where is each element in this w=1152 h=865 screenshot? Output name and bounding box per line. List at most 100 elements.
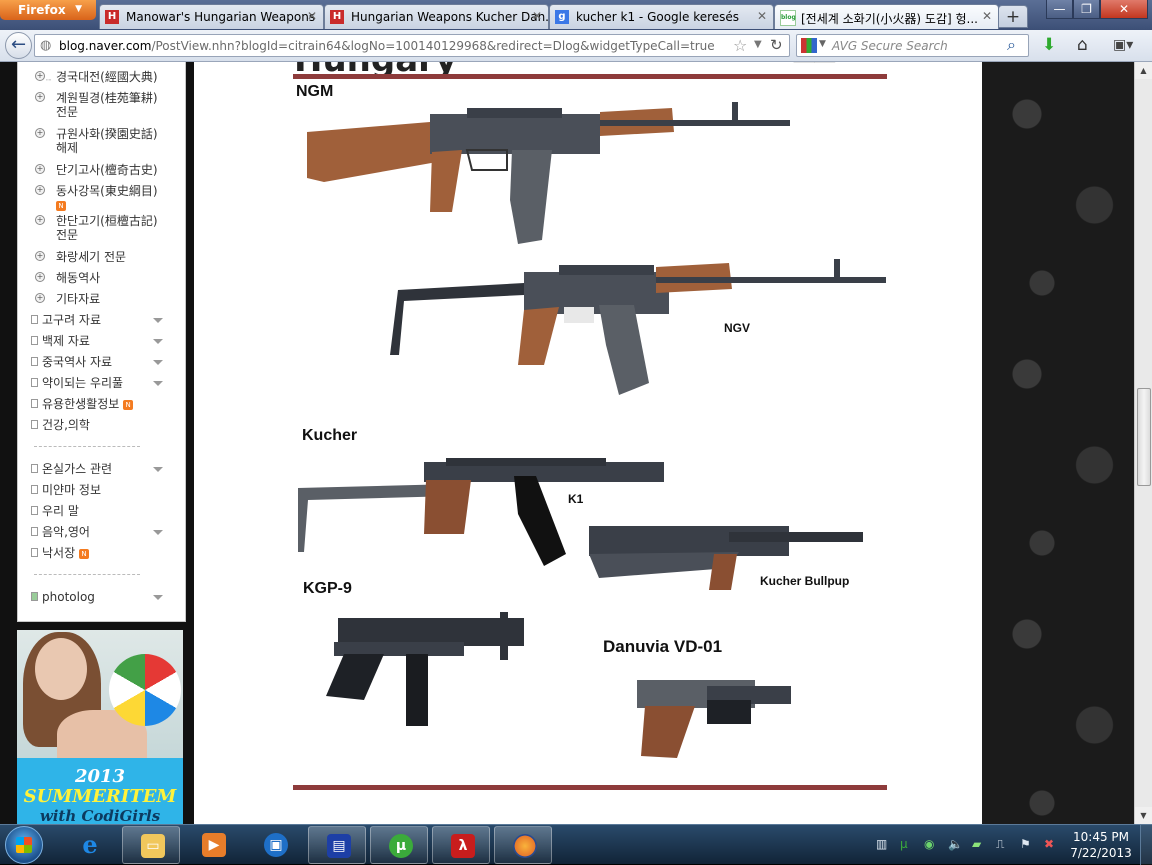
sidebar-category[interactable]: 미얀마 정보 [31, 483, 101, 497]
sidebar-item[interactable]: + 한단고기(桓檀古記) 전문 [35, 214, 158, 242]
volume-icon[interactable]: 🔈 [948, 837, 963, 851]
reload-icon[interactable]: ↻ [770, 36, 783, 54]
sidebar-item[interactable]: ┈ + 경국대전(經國大典) [35, 70, 158, 86]
scrollbar-thumb[interactable] [1137, 388, 1151, 486]
network-error-icon[interactable]: ✖ [1044, 837, 1054, 851]
page-icon [31, 527, 38, 536]
ad-banner: 2013 SUMMERITEM with CodiGirls [17, 758, 183, 824]
folder-icon: + [35, 215, 45, 225]
scroll-down-icon[interactable]: ▼ [1135, 807, 1152, 824]
sidebar-category[interactable]: 유용한생활정보 N [31, 397, 134, 411]
chevron-down-icon[interactable] [153, 381, 163, 386]
sidebar-category[interactable]: 백제 자료 [31, 334, 182, 348]
scroll-up-icon[interactable]: ▲ [1135, 62, 1152, 79]
chevron-down-icon[interactable] [153, 339, 163, 344]
back-button[interactable]: ← [5, 32, 32, 59]
close-window-button[interactable]: ✕ [1100, 0, 1148, 19]
page-icon [31, 378, 38, 387]
bookmark-star-icon[interactable]: ☆ [733, 36, 747, 55]
close-tab-icon[interactable]: ✕ [757, 9, 767, 23]
show-desktop-button[interactable] [1140, 825, 1152, 865]
chevron-down-icon[interactable] [153, 467, 163, 472]
nvidia-tray-icon[interactable]: ◉ [924, 837, 934, 851]
utorrent-tray-icon[interactable]: µ [900, 837, 908, 851]
sidebar-category[interactable]: 중국역사 자료 [31, 355, 182, 369]
url-text: blog.naver.com/PostView.nhn?blogId=citra… [59, 39, 715, 53]
internet-explorer-icon: e [82, 830, 98, 859]
history-dropdown-icon[interactable]: ▼ [754, 39, 762, 50]
firefox-menu-button[interactable]: Firefox ▼ [0, 0, 96, 20]
download-arrow-icon[interactable]: ⬇ [1042, 35, 1056, 55]
search-icon[interactable]: ⌕ [1007, 35, 1016, 55]
summer-item-advertisement[interactable]: 2013 SUMMERITEM with CodiGirls [17, 630, 183, 824]
sidebar-item[interactable]: + 단기고사(檀奇古史) [35, 163, 158, 177]
taskbar-adobe-reader[interactable]: λ [432, 826, 490, 864]
sidebar-category[interactable]: 낙서장 N [31, 546, 89, 560]
close-tab-icon[interactable]: ✕ [982, 9, 992, 23]
ad-tagline: with CodiGirls [39, 807, 161, 824]
vertical-scrollbar[interactable]: ▲ ▼ [1134, 62, 1152, 824]
tab-manowar[interactable]: H Manowar's Hungarian Weapons ✕ [99, 4, 324, 29]
tab-naver-blog[interactable]: blog [전세계 소화기(小火器) 도감] 헝... ✕ [774, 4, 999, 29]
system-clock[interactable]: 10:45 PM 7/22/2013 [1066, 829, 1136, 861]
folder-icon: ▭ [141, 834, 165, 858]
home-icon[interactable]: ⌂ [1077, 35, 1088, 55]
avg-engine-icon[interactable] [801, 38, 817, 53]
sidebar-item[interactable]: + 해동역사 [35, 271, 100, 285]
bottom-rule [293, 785, 887, 790]
taskbar-firefox[interactable] [494, 826, 552, 864]
search-box[interactable]: ▼ AVG Secure Search ⌕ [796, 34, 1029, 57]
sidebar-category[interactable]: 우리 말 [31, 504, 79, 518]
kgp9-label: KGP-9 [303, 580, 352, 597]
sidebar-category-label: 유용한생활정보 [42, 397, 120, 411]
usb-tray-icon[interactable]: ⎍ [996, 837, 1004, 852]
taskbar-media-player[interactable]: ▶ [184, 826, 242, 864]
taskbar-save-disk[interactable]: ▤ [308, 826, 366, 864]
blog-favicon-icon: blog [780, 10, 796, 26]
taskbar-windows-update[interactable]: ▣ [246, 826, 304, 864]
sidebar-category-label: 우리 말 [42, 504, 79, 518]
utorrent-icon: µ [389, 834, 413, 858]
network-tray-icon[interactable]: ▥ [876, 837, 887, 851]
sidebar-item[interactable]: + 규원사화(揆園史話) 해제 [35, 127, 158, 155]
new-tab-button[interactable]: + [998, 5, 1028, 28]
chevron-down-icon[interactable] [153, 318, 163, 323]
status-tray-icon[interactable]: ▰ [972, 837, 981, 851]
sidebar-category-label: 고구려 자료 [42, 313, 102, 327]
sidebar-category[interactable]: 약이되는 우리풀 [31, 376, 182, 390]
minimize-button[interactable]: — [1046, 0, 1073, 19]
start-button[interactable] [5, 826, 43, 864]
restore-button[interactable]: ❐ [1073, 0, 1100, 19]
taskbar-utorrent[interactable]: µ [370, 826, 428, 864]
photo-icon [31, 592, 38, 601]
sidebar-category[interactable]: 온실가스 관련 [31, 462, 182, 476]
sidebar-category-label: 음악,영어 [42, 525, 90, 539]
address-bar[interactable]: ◍ blog.naver.com/PostView.nhn?blogId=cit… [34, 34, 790, 57]
clock-time: 10:45 PM [1073, 830, 1129, 844]
action-center-icon[interactable]: ⚑ [1020, 837, 1031, 851]
tab-hungarian-weapons[interactable]: H Hungarian Weapons Kucher Dan... ✕ [324, 4, 549, 29]
chevron-down-icon[interactable] [153, 360, 163, 365]
ngv-label: NGV [724, 321, 751, 335]
taskbar-windows-explorer[interactable]: ▭ [122, 826, 180, 864]
sidebar-item[interactable]: + 기타자료 [35, 292, 100, 306]
sidebar-item[interactable]: + 동사강목(東史綱目) N [35, 184, 158, 212]
sidebar-item[interactable]: + 화랑세기 전문 [35, 250, 126, 264]
photolog-link[interactable]: photolog [31, 590, 182, 604]
sidebar-category-label: 백제 자료 [42, 334, 90, 348]
chevron-down-icon[interactable] [153, 595, 163, 600]
tab-title: [전세계 소화기(小火器) 도감] 헝... [801, 12, 978, 26]
sidebar-category[interactable]: 음악,영어 [31, 525, 182, 539]
close-tab-icon[interactable]: ✕ [532, 9, 542, 23]
taskbar-internet-explorer[interactable]: e [60, 826, 118, 864]
close-tab-icon[interactable]: ✕ [307, 9, 317, 23]
sidebar-category[interactable]: 건강,의학 [31, 418, 90, 432]
engine-dropdown-icon[interactable]: ▼ [819, 39, 826, 49]
tab-google-search[interactable]: g kucher k1 - Google keresés ✕ [549, 4, 774, 29]
chevron-down-icon[interactable] [153, 530, 163, 535]
sidebar-category[interactable]: 고구려 자료 [31, 313, 182, 327]
k1-label: K1 [568, 492, 584, 506]
sidebar-item[interactable]: + 계원필경(桂苑筆耕) 전문 [35, 91, 158, 119]
addon-menu-icon[interactable]: ▣▾ [1113, 37, 1133, 53]
folder-icon: + [35, 71, 45, 81]
